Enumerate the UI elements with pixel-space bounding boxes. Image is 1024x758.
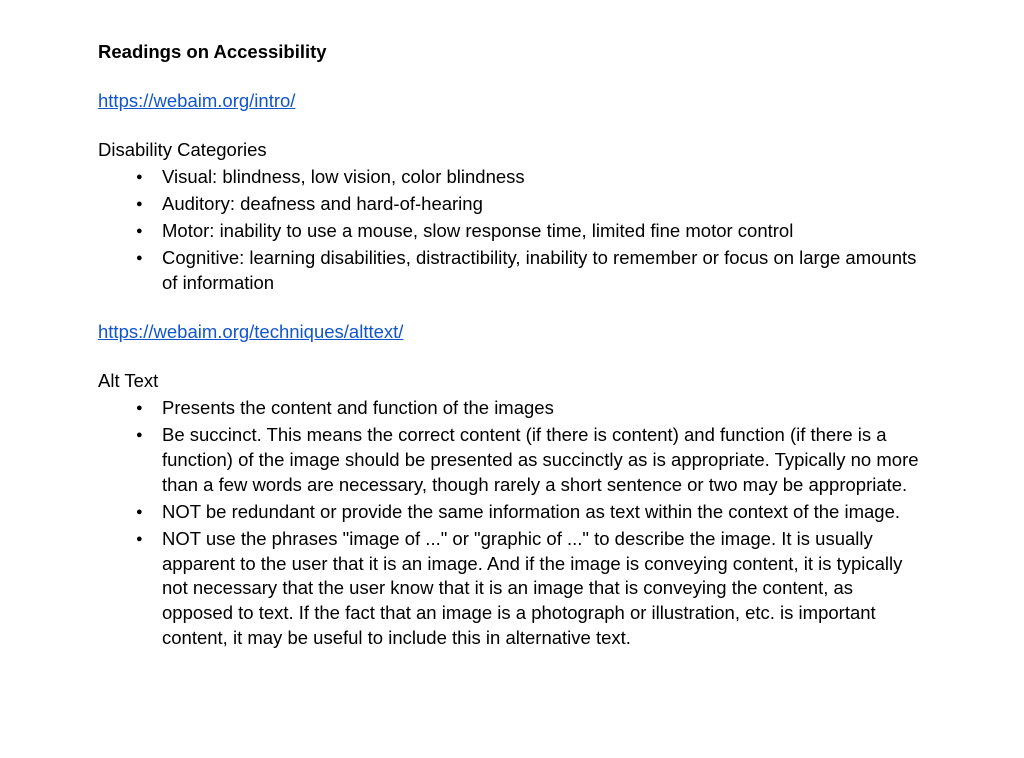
list-item: Cognitive: learning disabilities, distra… — [98, 246, 926, 296]
document-title: Readings on Accessibility — [98, 40, 926, 65]
list-item: Motor: inability to use a mouse, slow re… — [98, 219, 926, 244]
list-item: Visual: blindness, low vision, color bli… — [98, 165, 926, 190]
list-item: Be succinct. This means the correct cont… — [98, 423, 926, 498]
section-header-disability-categories: Disability Categories — [98, 138, 926, 163]
list-item: Auditory: deafness and hard-of-hearing — [98, 192, 926, 217]
link-webaim-intro[interactable]: https://webaim.org/intro/ — [98, 89, 295, 114]
list-item: Presents the content and function of the… — [98, 396, 926, 421]
list-item: NOT be redundant or provide the same inf… — [98, 500, 926, 525]
list-disability-categories: Visual: blindness, low vision, color bli… — [98, 165, 926, 296]
list-item: NOT use the phrases "image of ..." or "g… — [98, 527, 926, 652]
link-webaim-alttext[interactable]: https://webaim.org/techniques/alttext/ — [98, 320, 403, 345]
list-alt-text: Presents the content and function of the… — [98, 396, 926, 652]
section-header-alt-text: Alt Text — [98, 369, 926, 394]
